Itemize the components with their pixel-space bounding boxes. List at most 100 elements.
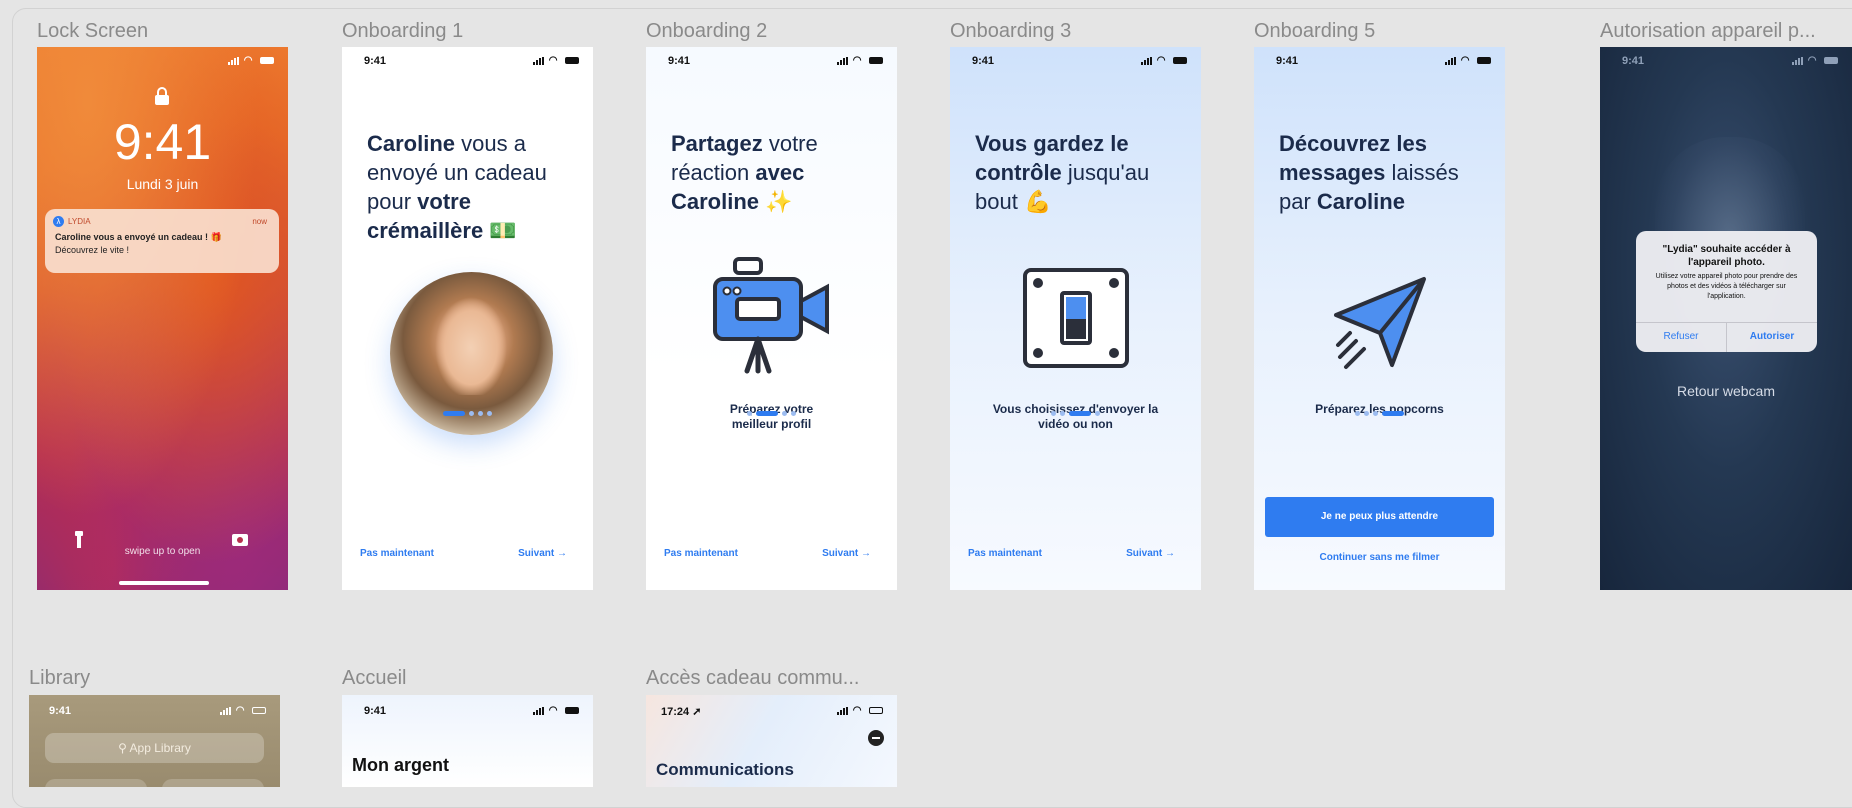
lock-date: Lundi 3 juin <box>126 176 199 192</box>
signal-icon <box>220 706 232 715</box>
signal-icon <box>1792 56 1804 65</box>
status-bar: 17:24 ➚ ◠ <box>646 695 897 719</box>
frame-label-onboarding-2[interactable]: Onboarding 2 <box>646 20 767 43</box>
frame-label-acces-cadeau[interactable]: Accès cadeau commu... <box>646 667 886 690</box>
frame-label-autorisation[interactable]: Autorisation appareil p... <box>1600 20 1845 43</box>
skip-button[interactable]: Pas maintenant <box>968 548 1042 559</box>
library-frame[interactable]: 9:41 ◠ ⚲ App Library <box>29 695 280 787</box>
onboarding-headline: Vous gardez le contrôle jusqu'au bout 💪 <box>975 131 1150 214</box>
frame-label-onboarding-1[interactable]: Onboarding 1 <box>342 20 463 43</box>
skip-button[interactable]: Pas maintenant <box>664 548 738 559</box>
signal-icon <box>533 706 545 715</box>
status-time: 9:41 <box>668 55 691 67</box>
wifi-icon: ◠ <box>235 705 246 717</box>
next-button[interactable]: Suivant → <box>518 548 567 559</box>
wifi-icon: ◠ <box>1807 55 1818 67</box>
accueil-frame[interactable]: 9:41 ◠ Mon argent <box>342 695 593 787</box>
notification-app-name: LYDIA <box>68 217 91 226</box>
wifi-icon: ◠ <box>1460 55 1471 67</box>
signal-icon <box>533 56 545 65</box>
lock-screen-frame[interactable]: ◠ 9:41 Lundi 3 juin λ LYDIA now Caroline… <box>37 47 288 590</box>
notification-card[interactable]: λ LYDIA now Caroline vous a envoyé un ca… <box>45 209 279 273</box>
notification-body: Découvrez le vite ! <box>55 245 130 255</box>
wifi-icon: ◠ <box>1156 55 1167 67</box>
status-bar: 9:41 ◠ <box>1254 47 1505 71</box>
status-icons: ◠ <box>1792 55 1838 66</box>
onboarding-headline: Caroline vous a envoyé un cadeau pour vo… <box>367 131 547 243</box>
status-bar: 9:41 ◠ <box>1600 47 1852 71</box>
app-folder[interactable] <box>45 779 147 787</box>
battery-icon <box>260 57 274 65</box>
wifi-icon: ◠ <box>548 705 559 717</box>
status-icons: ◠ <box>220 705 266 716</box>
frame-label-lock-screen[interactable]: Lock Screen <box>37 20 148 43</box>
search-placeholder: App Library <box>129 741 191 755</box>
design-canvas: Lock Screen Onboarding 1 Onboarding 2 On… <box>0 0 1852 808</box>
status-icons: ◠ <box>837 705 883 716</box>
next-button[interactable]: Suivant → <box>822 548 871 559</box>
autorisation-frame[interactable]: 9:41 ◠ "Lydia" souhaite accéder à l'appa… <box>1600 47 1852 590</box>
page-indicator <box>1254 403 1505 421</box>
video-camera-icon <box>713 257 829 374</box>
battery-icon <box>252 707 266 715</box>
home-indicator[interactable] <box>119 581 209 585</box>
status-time: 9:41 <box>49 705 72 717</box>
permission-alert: "Lydia" souhaite accéder à l'appareil ph… <box>1636 231 1817 352</box>
camera-icon[interactable] <box>232 534 248 546</box>
allow-button[interactable]: Autoriser <box>1727 322 1817 352</box>
onboarding-5-frame[interactable]: 9:41 ◠ Découvrez les messages laissés pa… <box>1254 47 1505 590</box>
wifi-icon: ◠ <box>852 55 863 67</box>
skip-button[interactable]: Pas maintenant <box>360 548 434 559</box>
page-indicator <box>950 403 1201 421</box>
paper-plane-icon <box>1334 277 1426 369</box>
onboarding-3-frame[interactable]: 9:41 ◠ Vous gardez le contrôle jusqu'au … <box>950 47 1201 590</box>
app-folder[interactable] <box>162 779 264 787</box>
status-time: 9:41 <box>364 55 387 67</box>
swipe-hint: swipe up to open <box>124 546 201 557</box>
status-icons: ◠ <box>533 705 579 716</box>
lydia-app-icon: λ <box>53 216 64 227</box>
signal-icon <box>1445 56 1457 65</box>
status-time: 9:41 <box>1622 55 1645 67</box>
onboarding-1-frame[interactable]: 9:41 ◠ Caroline vous a envoyé un cadeau … <box>342 47 593 590</box>
frame-label-accueil[interactable]: Accueil <box>342 667 406 690</box>
battery-icon <box>869 707 883 715</box>
notification-time: now <box>252 217 267 226</box>
page-indicator <box>342 403 593 421</box>
alert-title: "Lydia" souhaite accéder à l'appareil ph… <box>1662 244 1791 268</box>
status-time: 17:24 ➚ <box>661 706 702 718</box>
frame-label-library[interactable]: Library <box>29 667 90 690</box>
status-bar: 9:41 ◠ <box>950 47 1201 71</box>
notification-title: Caroline vous a envoyé un cadeau ! 🎁 <box>55 232 222 242</box>
status-bar: ◠ <box>37 47 288 71</box>
frame-label-onboarding-5[interactable]: Onboarding 5 <box>1254 20 1375 43</box>
status-icons: ◠ <box>1141 55 1187 66</box>
app-library-search[interactable]: ⚲ App Library <box>45 733 264 763</box>
next-button[interactable]: Suivant → <box>1126 548 1175 559</box>
signal-icon <box>837 706 849 715</box>
onboarding-2-frame[interactable]: 9:41 ◠ Partagez votre réaction avec Caro… <box>646 47 897 590</box>
chat-bubble-icon[interactable] <box>868 730 884 746</box>
page-title: Mon argent <box>352 755 449 775</box>
canvas-page <box>12 8 1852 808</box>
skip-filming-link[interactable]: Continuer sans me filmer <box>1254 552 1505 563</box>
battery-icon <box>1824 57 1838 65</box>
status-bar: 9:41 ◠ <box>342 695 593 719</box>
status-icons: ◠ <box>533 55 579 66</box>
page-indicator <box>646 403 897 421</box>
status-icons: ◠ <box>228 55 274 66</box>
battery-icon <box>869 57 883 65</box>
frame-label-onboarding-3[interactable]: Onboarding 3 <box>950 20 1071 43</box>
status-time: 9:41 <box>972 55 995 67</box>
status-bar: 9:41 ◠ <box>342 47 593 71</box>
lock-clock: 9:41 <box>113 114 212 170</box>
page-title: Communications <box>656 760 794 779</box>
battery-icon <box>565 707 579 715</box>
wifi-icon: ◠ <box>548 55 559 67</box>
cta-button[interactable]: Je ne peux plus attendre <box>1265 497 1494 537</box>
acces-cadeau-frame[interactable]: 17:24 ➚ ◠ Communications <box>646 695 897 787</box>
alert-message: Utilisez votre appareil photo pour prend… <box>1655 273 1798 300</box>
deny-button[interactable]: Refuser <box>1636 322 1726 352</box>
status-time: 9:41 <box>364 705 387 717</box>
battery-icon <box>1477 57 1491 65</box>
